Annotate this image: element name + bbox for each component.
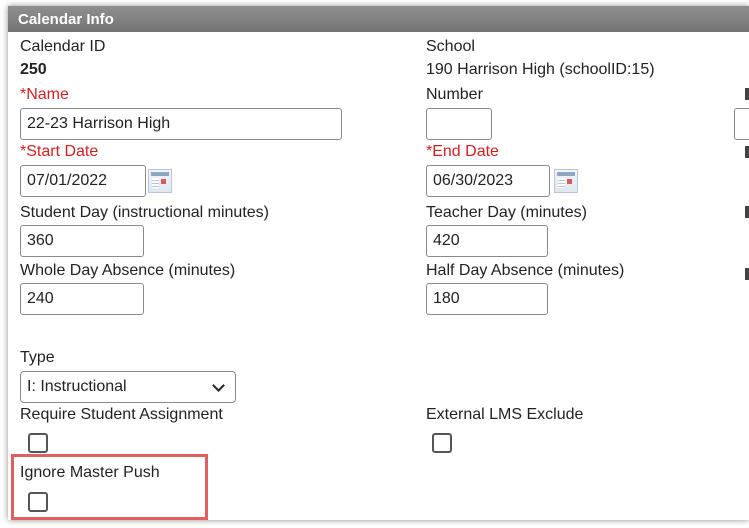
start-date-label: *Start Date <box>20 143 99 160</box>
calendar-id-label: Calendar ID <box>20 38 106 55</box>
school-label: School <box>426 38 475 55</box>
clipped-field-edge <box>745 268 749 280</box>
teacher-day-label: Teacher Day (minutes) <box>426 204 587 221</box>
chevron-down-icon <box>212 379 225 392</box>
whole-day-absence-label: Whole Day Absence (minutes) <box>20 262 236 279</box>
require-student-assignment-checkbox[interactable] <box>28 433 48 453</box>
name-input[interactable]: 22-23 Harrison High <box>20 108 342 140</box>
number-label: Number <box>426 86 483 103</box>
teacher-day-input[interactable]: 420 <box>426 225 548 257</box>
start-date-input[interactable]: 07/01/2022 <box>20 165 146 197</box>
section-title: Calendar Info <box>18 11 114 28</box>
name-label: *Name <box>20 86 69 103</box>
end-date-label: *End Date <box>426 143 499 160</box>
external-lms-exclude-checkbox[interactable] <box>432 433 452 453</box>
type-selected-value: I: Instructional <box>27 378 127 395</box>
clipped-field-edge <box>745 146 749 158</box>
calendar-info-panel: Calendar Info Calendar ID 250 *Name 22-2… <box>8 6 749 520</box>
student-day-label: Student Day (instructional minutes) <box>20 204 269 221</box>
ignore-master-push-checkbox[interactable] <box>28 492 48 512</box>
type-select[interactable]: I: Instructional <box>20 371 236 403</box>
external-lms-exclude-label: External LMS Exclude <box>426 406 584 423</box>
end-date-input[interactable]: 06/30/2023 <box>426 165 550 197</box>
half-day-absence-input[interactable]: 180 <box>426 283 548 315</box>
end-date-calendar-button[interactable] <box>554 169 578 193</box>
clipped-field-edge <box>745 88 749 100</box>
half-day-absence-label: Half Day Absence (minutes) <box>426 262 625 279</box>
type-label: Type <box>20 349 55 366</box>
number-input[interactable] <box>426 108 492 140</box>
calendar-icon <box>151 172 169 176</box>
calendar-id-value: 250 <box>20 61 47 78</box>
ignore-master-push-label: Ignore Master Push <box>20 464 160 481</box>
clipped-input-edge <box>734 108 749 140</box>
start-date-calendar-button[interactable] <box>148 169 172 193</box>
clipped-field-edge <box>745 206 749 218</box>
require-student-assignment-label: Require Student Assignment <box>20 406 223 423</box>
whole-day-absence-input[interactable]: 240 <box>20 283 144 315</box>
student-day-input[interactable]: 360 <box>20 225 144 257</box>
school-value: 190 Harrison High (schoolID:15) <box>426 61 655 78</box>
section-header: Calendar Info <box>8 6 749 32</box>
calendar-icon <box>557 172 575 176</box>
